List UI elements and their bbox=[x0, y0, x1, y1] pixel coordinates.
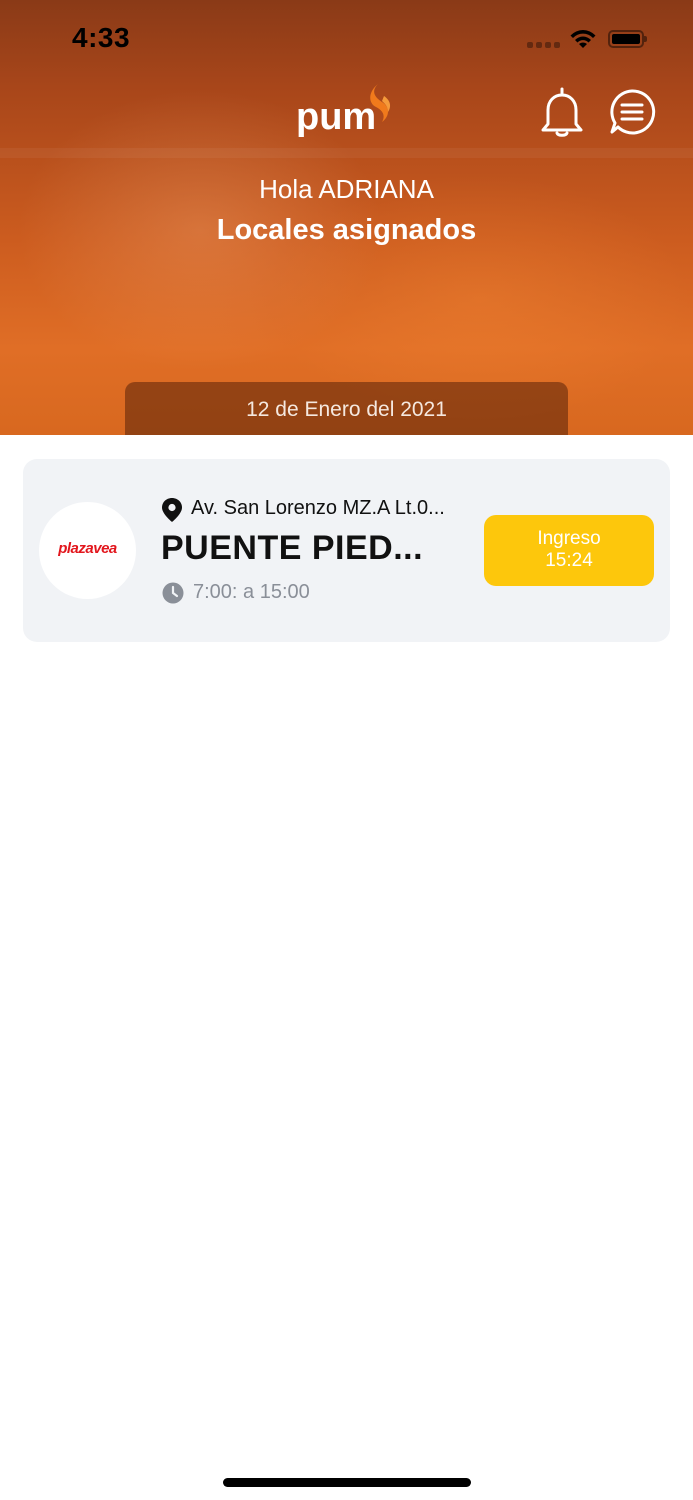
store-address: Av. San Lorenzo MZ.A Lt.0... bbox=[191, 497, 445, 519]
store-schedule: 7:00: a 15:00 bbox=[193, 581, 310, 603]
store-brand-logo: plazavea bbox=[58, 540, 117, 557]
home-indicator[interactable] bbox=[223, 1478, 471, 1487]
page-title: Locales asignados bbox=[216, 214, 477, 246]
battery-icon bbox=[608, 30, 647, 48]
chat-menu-icon bbox=[610, 89, 656, 135]
header-banner: 4:33 pum Hola ADRIANA Locales asignados … bbox=[0, 0, 693, 435]
bell-icon bbox=[541, 87, 583, 137]
clock-icon bbox=[162, 582, 184, 604]
store-name: PUENTE PIED... bbox=[161, 529, 424, 567]
greeting-text: Hola ADRIANA bbox=[259, 174, 434, 204]
location-pin-icon bbox=[162, 498, 182, 522]
header-decoration bbox=[0, 148, 693, 158]
status-time: 4:33 bbox=[72, 22, 131, 53]
check-in-button[interactable]: Ingreso 15:24 bbox=[484, 515, 654, 586]
check-in-time: 15:24 bbox=[545, 550, 593, 571]
pum-logo: pum bbox=[296, 82, 400, 142]
cellular-signal-icon bbox=[527, 42, 561, 48]
notifications-button[interactable] bbox=[538, 86, 586, 138]
check-in-label: Ingreso bbox=[537, 528, 601, 549]
flame-icon bbox=[370, 84, 391, 122]
wifi-icon bbox=[570, 30, 596, 48]
chat-menu-button[interactable] bbox=[608, 88, 656, 140]
store-card[interactable]: plazavea Av. San Lorenzo MZ.A Lt.0... PU… bbox=[23, 459, 670, 642]
date-label: 12 de Enero del 2021 bbox=[125, 382, 568, 435]
store-logo-avatar: plazavea bbox=[39, 502, 136, 599]
